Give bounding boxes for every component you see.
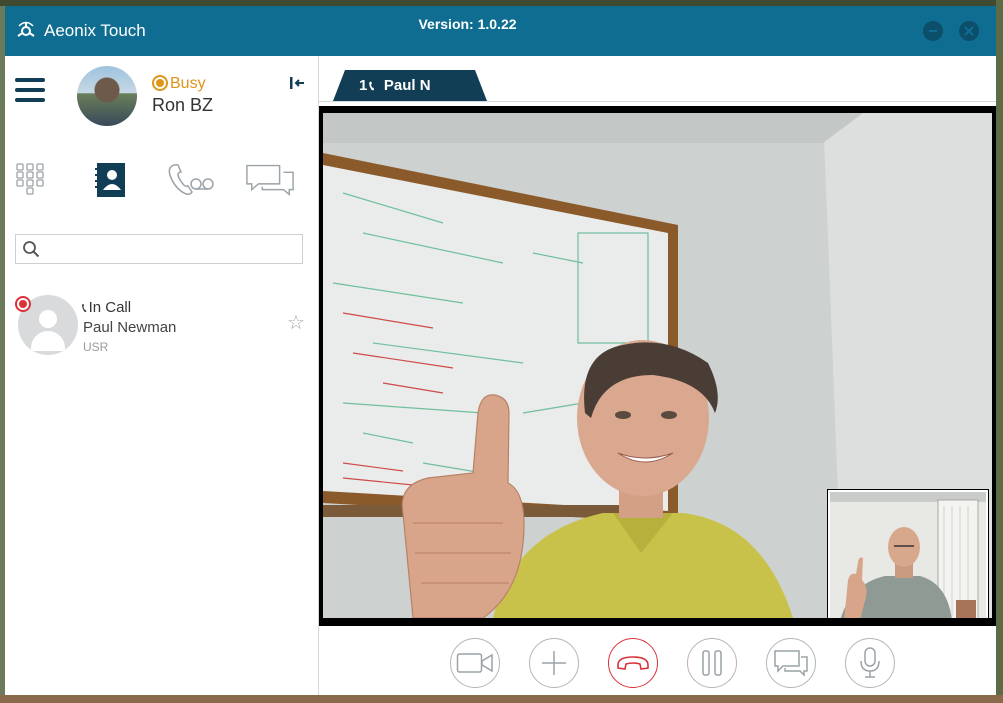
call-number: 1 (359, 77, 368, 94)
contact-list-item[interactable]: 📞︎ In Call Paul Newman USR ☆ (5, 290, 319, 360)
pause-icon (702, 650, 722, 676)
contact-name: Paul Newman (83, 319, 177, 336)
nav-contacts[interactable] (85, 158, 135, 202)
self-view-image (830, 492, 986, 618)
voicemail-icon (168, 164, 214, 195)
nav-keypad[interactable] (5, 158, 55, 202)
video-camera-icon (456, 653, 493, 673)
minimize-button[interactable] (923, 21, 943, 41)
chat-button[interactable] (766, 638, 816, 688)
close-icon (964, 26, 974, 36)
search-icon (23, 241, 40, 258)
end-call-button[interactable] (608, 638, 658, 688)
collapse-panel-icon[interactable] (289, 76, 305, 90)
tab-divider (319, 101, 996, 102)
contacts-icon (95, 163, 125, 197)
call-panel: 1 📞︎ Paul N (319, 56, 996, 695)
nav-bar (5, 158, 319, 202)
add-call-button[interactable] (529, 638, 579, 688)
nav-chat[interactable] (245, 158, 295, 202)
video-toggle-button[interactable] (450, 638, 500, 688)
phone-icon: 📞︎ (82, 300, 87, 315)
contact-status: 📞︎ In Call (82, 299, 131, 316)
chat-icon (246, 164, 294, 196)
title-bar[interactable]: Aeonix Touch Version: 1.0.22 (5, 6, 996, 56)
self-view-video[interactable] (827, 489, 989, 618)
video-area (319, 106, 996, 626)
contact-status-text: In Call (88, 299, 132, 316)
microphone-icon (860, 647, 880, 678)
plus-icon (542, 651, 566, 675)
hangup-icon (617, 656, 649, 670)
remote-video[interactable] (323, 113, 992, 618)
sidebar: Busy Ron BZ 📞︎ In Call Paul Newman USR ☆ (5, 56, 319, 695)
mute-button[interactable] (845, 638, 895, 688)
contact-type: USR (83, 340, 109, 354)
nav-voicemail[interactable] (165, 158, 215, 202)
menu-icon[interactable] (15, 78, 45, 102)
tab-active-call[interactable]: 1 📞︎ Paul N (333, 70, 487, 101)
user-name: Ron BZ (152, 95, 214, 115)
user-status[interactable]: Busy (170, 75, 206, 93)
hold-button[interactable] (687, 638, 737, 688)
favorite-star-icon[interactable]: ☆ (287, 310, 305, 335)
desktop-background-right (996, 0, 1003, 703)
phone-icon: 📞︎ (369, 77, 374, 93)
dialpad-icon (16, 163, 44, 195)
chat-bubble-icon (774, 650, 808, 677)
call-controls (319, 636, 996, 695)
minimize-icon (929, 30, 937, 32)
presence-busy-icon (15, 296, 31, 312)
version-label: Version: 1.0.22 (418, 16, 517, 32)
user-avatar[interactable] (77, 66, 137, 126)
desktop-background-bottom (0, 695, 1003, 703)
close-button[interactable] (959, 21, 979, 41)
call-name: Paul N (383, 77, 431, 94)
search-input[interactable] (46, 238, 296, 260)
app-window: Aeonix Touch Version: 1.0.22 Busy Ron BZ (5, 6, 996, 695)
search-field[interactable] (15, 234, 303, 264)
status-indicator-icon[interactable] (152, 75, 168, 91)
